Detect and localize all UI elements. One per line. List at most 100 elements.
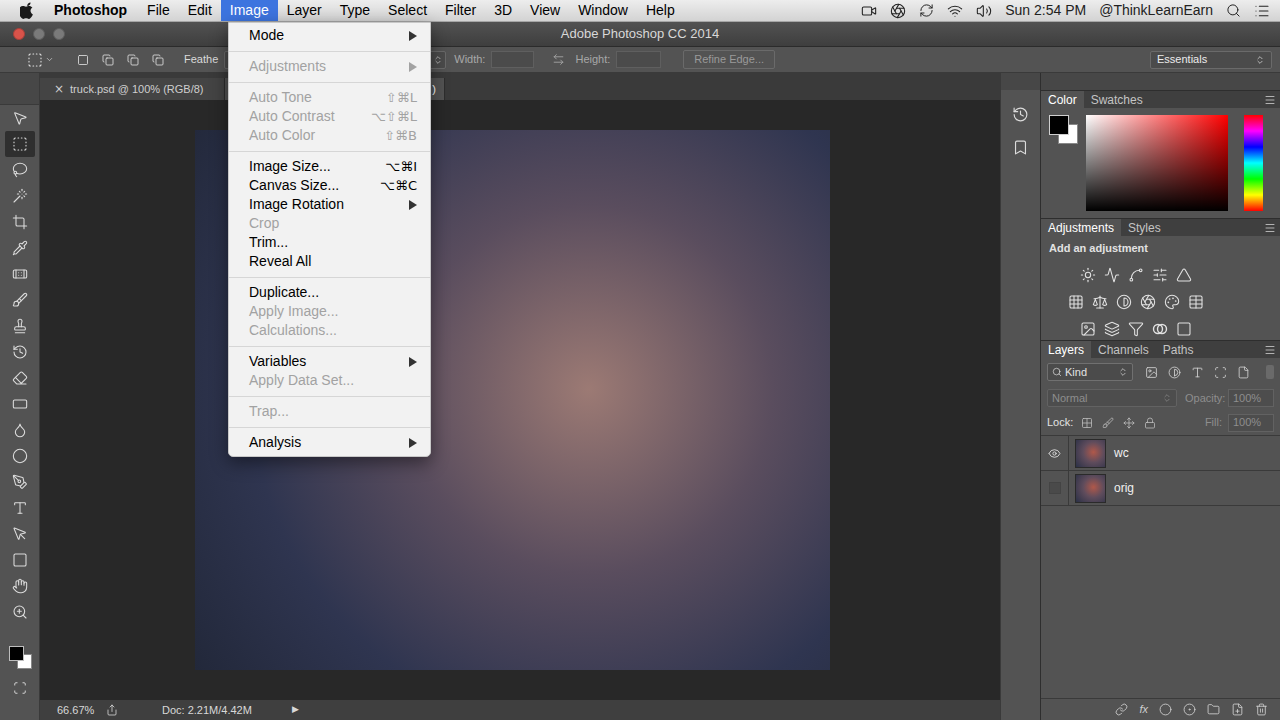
- right-panels: ColorSwatchesAdjustmentsStylesAdd an adj…: [1040, 73, 1280, 720]
- tool-button[interactable]: [5, 287, 35, 313]
- layer-filter-select[interactable]: Kind: [1047, 363, 1133, 381]
- menubar-item[interactable]: Layer: [278, 0, 331, 21]
- tool-button[interactable]: [5, 573, 35, 599]
- layer-style-button[interactable]: fx: [1139, 701, 1148, 718]
- add-selection-icon: [102, 54, 114, 66]
- select-arrows-icon: [1255, 55, 1265, 65]
- menu-item[interactable]: Image Size...⌥⌘I: [229, 157, 430, 176]
- width-field[interactable]: [491, 51, 534, 68]
- history-brush-icon: [12, 344, 28, 360]
- menubar-item[interactable]: File: [138, 0, 179, 21]
- tool-button[interactable]: [5, 339, 35, 365]
- select-arrows-icon: [1118, 367, 1128, 377]
- fill-label: Fill:: [1205, 414, 1222, 431]
- height-field[interactable]: [616, 51, 661, 68]
- menubar-user[interactable]: @ThinkLearnEarn: [1099, 0, 1213, 21]
- close-button[interactable]: [13, 28, 25, 40]
- menubar-item[interactable]: View: [521, 0, 569, 21]
- panel-tab[interactable]: Swatches: [1084, 91, 1150, 108]
- tool-button[interactable]: [5, 391, 35, 417]
- tool-button[interactable]: [5, 209, 35, 235]
- color-field[interactable]: [1086, 115, 1228, 211]
- menu-item[interactable]: Reveal All: [229, 252, 430, 271]
- visibility-toggle[interactable]: [1041, 436, 1069, 470]
- panel-tab[interactable]: Color: [1041, 91, 1084, 108]
- doc-size: Doc: 2.21M/4.42M: [162, 702, 252, 719]
- menu-item[interactable]: Analysis: [229, 433, 430, 452]
- tool-button[interactable]: [5, 547, 35, 573]
- filter-toggle[interactable]: [1266, 365, 1274, 379]
- apple-logo-icon[interactable]: [20, 2, 35, 19]
- layer-mask-icon: [1159, 703, 1172, 716]
- menu-item[interactable]: Mode: [229, 26, 430, 45]
- tool-button[interactable]: [5, 157, 35, 183]
- eye-icon: [1048, 447, 1061, 460]
- panel-tab[interactable]: Styles: [1121, 219, 1168, 236]
- minimize-button[interactable]: [33, 28, 45, 40]
- tool-button[interactable]: [5, 443, 35, 469]
- menubar-clock[interactable]: Sun 2:54 PM: [1005, 0, 1086, 21]
- smart-object-filter-icon: [1237, 366, 1250, 379]
- tool-button[interactable]: [5, 599, 35, 625]
- menu-item[interactable]: Canvas Size...⌥⌘C: [229, 176, 430, 195]
- app-menu[interactable]: Photoshop: [54, 0, 127, 21]
- tool-button[interactable]: [5, 131, 35, 157]
- tool-button[interactable]: [5, 365, 35, 391]
- panel-tab[interactable]: Layers: [1041, 341, 1091, 358]
- menu-item[interactable]: Duplicate...: [229, 283, 430, 302]
- menubar-item[interactable]: Image: [221, 0, 278, 21]
- link-layers-icon: [1115, 703, 1128, 716]
- menu-item[interactable]: Image Rotation: [229, 195, 430, 214]
- vibrance-icon: [1176, 267, 1192, 283]
- submenu-arrow-icon: [409, 200, 417, 210]
- menubar-item[interactable]: Window: [569, 0, 637, 21]
- tool-button[interactable]: [5, 495, 35, 521]
- menubar-item[interactable]: Filter: [436, 0, 485, 21]
- tool-button[interactable]: [5, 313, 35, 339]
- exposure-icon: [1152, 267, 1168, 283]
- submenu-arrow-icon: [409, 31, 417, 41]
- panel-tab[interactable]: Adjustments: [1041, 219, 1121, 236]
- menu-item[interactable]: Trim...: [229, 233, 430, 252]
- hue-slider[interactable]: [1244, 115, 1263, 211]
- tool-button[interactable]: [5, 521, 35, 547]
- zoom-button[interactable]: [53, 28, 65, 40]
- tool-button[interactable]: [5, 235, 35, 261]
- color-lookup-icon: [1188, 294, 1204, 310]
- menubar-item[interactable]: Edit: [179, 0, 221, 21]
- menubar-item[interactable]: Type: [331, 0, 379, 21]
- photoshop-screen: PhotoshopFileEditImageLayerTypeSelectFil…: [0, 0, 1280, 720]
- menu-separator: [229, 145, 430, 157]
- eraser-icon: [12, 370, 28, 386]
- workspace-select[interactable]: Essentials: [1150, 51, 1272, 69]
- menu-separator: [229, 76, 430, 88]
- search-icon: [1052, 367, 1062, 377]
- lock-pixels-icon: [1102, 417, 1114, 429]
- tool-button[interactable]: [5, 105, 35, 131]
- menubar-item[interactable]: Select: [379, 0, 436, 21]
- menu-item[interactable]: Variables: [229, 352, 430, 371]
- layer-row[interactable]: orig: [1041, 471, 1280, 506]
- fg-bg-swatch[interactable]: [1049, 115, 1079, 145]
- marquee-preset-icon: [27, 52, 43, 68]
- panel-tab[interactable]: Paths: [1156, 341, 1201, 358]
- layer-row[interactable]: wc: [1041, 436, 1280, 471]
- hand-icon: [12, 578, 28, 594]
- menubar-item[interactable]: Help: [637, 0, 684, 21]
- visibility-toggle[interactable]: [1041, 471, 1069, 505]
- layer-name: wc: [1114, 444, 1129, 462]
- history-panel-icon: [1012, 106, 1029, 123]
- status-menu-arrow[interactable]: ▶: [292, 703, 299, 717]
- tool-button[interactable]: [5, 183, 35, 209]
- panel-tab[interactable]: Channels: [1091, 341, 1156, 358]
- tool-button[interactable]: [5, 417, 35, 443]
- tab-close-button[interactable]: ×: [54, 80, 64, 98]
- type-icon: [12, 500, 28, 516]
- color-swatches[interactable]: [6, 643, 34, 671]
- tool-button[interactable]: [5, 261, 35, 287]
- zoom-level[interactable]: 66.67%: [40, 702, 106, 719]
- menubar-item[interactable]: 3D: [485, 0, 521, 21]
- fill-field: 100%: [1228, 414, 1274, 432]
- tool-button[interactable]: [5, 469, 35, 495]
- document-tab[interactable]: ×truck.psd @ 100% (RGB/8): [40, 78, 225, 100]
